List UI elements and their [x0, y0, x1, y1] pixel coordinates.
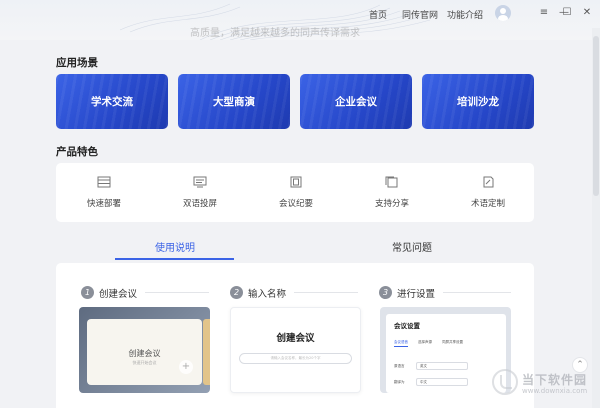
feature-label: 快速部署	[86, 199, 121, 209]
scene-card-corporate[interactable]: 企业会议	[300, 74, 412, 129]
tab-faq[interactable]: 常见问题	[392, 239, 432, 254]
create-card: 创建会议 快速开始会议	[87, 319, 202, 385]
feature-quick-deploy: 快速部署	[56, 163, 152, 222]
share-icon	[385, 176, 398, 188]
create-card-title: 创建会议	[128, 349, 161, 358]
scene-card-training[interactable]: 培训沙龙	[422, 74, 534, 129]
tab-active-indicator	[115, 258, 234, 260]
scene-label: 学术交流	[91, 96, 133, 108]
watermark-logo-icon	[492, 369, 518, 395]
meeting-name-field: 请输入会议名称，最长为20个字	[239, 353, 352, 364]
banner-subtitle: 高质量，满足越来越多的同声传译需求	[190, 28, 360, 39]
server-icon	[97, 176, 111, 188]
tab-instructions[interactable]: 使用说明	[155, 239, 195, 254]
feature-share: 支持分享	[344, 163, 440, 222]
watermark-text: 当下软件园	[522, 373, 588, 387]
menu-icon[interactable]: ≡	[537, 6, 551, 20]
settings-tab: 会议语音	[394, 340, 408, 344]
step-number: 1	[81, 286, 94, 299]
feature-label: 支持分享	[374, 199, 409, 209]
scrollbar[interactable]	[592, 28, 600, 408]
step-1-screenshot: 创建会议 快速开始会议 +	[79, 307, 210, 393]
settings-select: 中文	[416, 378, 468, 386]
settings-tab: 选择声源	[418, 340, 432, 344]
settings-tabs: 会议语音 选择声源 同屏共享设置	[394, 340, 473, 345]
step-number: 2	[230, 286, 243, 299]
step-label: 输入名称	[248, 289, 287, 300]
side-card	[203, 319, 210, 385]
features-title: 产品特色	[56, 146, 98, 158]
settings-tab-indicator	[394, 346, 408, 347]
maximize-icon-glyph[interactable]: ☐	[560, 6, 574, 20]
feature-bilingual-screen: 双语投屏	[152, 163, 248, 222]
step-label: 进行设置	[397, 289, 436, 300]
close-icon[interactable]: ✕	[580, 6, 594, 20]
scene-label: 大型商演	[213, 96, 255, 108]
feature-terminology: 术语定制	[440, 163, 536, 222]
nav-home[interactable]: 首页	[369, 8, 387, 21]
settings-row-label: 翻译为	[394, 380, 405, 384]
step-divider	[294, 292, 358, 293]
feature-label: 双语投屏	[182, 199, 217, 209]
scene-card-show[interactable]: 大型商演	[178, 74, 290, 129]
dialog-title: 创建会议	[276, 333, 315, 344]
scene-label: 企业会议	[335, 96, 377, 108]
nav-features[interactable]: 功能介绍	[447, 8, 483, 21]
feature-label: 会议纪要	[278, 199, 313, 209]
settings-title: 会议设置	[394, 322, 420, 330]
settings-tab: 同屏共享设置	[442, 340, 463, 344]
watermark-url: www.downxia.com	[522, 387, 588, 395]
user-avatar[interactable]	[495, 5, 511, 21]
step-divider	[443, 292, 511, 293]
feature-label: 术语定制	[470, 199, 505, 209]
features-panel: 快速部署 双语投屏 会议纪要 支持分享 术语定制	[56, 163, 534, 222]
screen-icon	[193, 176, 207, 188]
settings-row-label: 原语言	[394, 364, 405, 368]
step-label: 创建会议	[99, 289, 138, 300]
scenes-title: 应用场景	[56, 57, 98, 69]
feature-minutes: 会议纪要	[248, 163, 344, 222]
notes-icon	[290, 176, 302, 188]
scene-card-academic[interactable]: 学术交流	[56, 74, 168, 129]
step-divider	[145, 292, 209, 293]
back-to-top-icon[interactable]: ⌃	[572, 357, 588, 373]
scene-label: 培训沙龙	[457, 96, 499, 108]
edit-icon	[483, 176, 494, 188]
plus-icon: +	[179, 360, 193, 374]
scroll-thumb[interactable]	[593, 36, 599, 196]
step-2-screenshot: 创建会议 请输入会议名称，最长为20个字	[230, 307, 361, 393]
step-number: 3	[379, 286, 392, 299]
nav-official-site[interactable]: 同传官网	[402, 8, 438, 21]
settings-select: 英文	[416, 362, 468, 370]
